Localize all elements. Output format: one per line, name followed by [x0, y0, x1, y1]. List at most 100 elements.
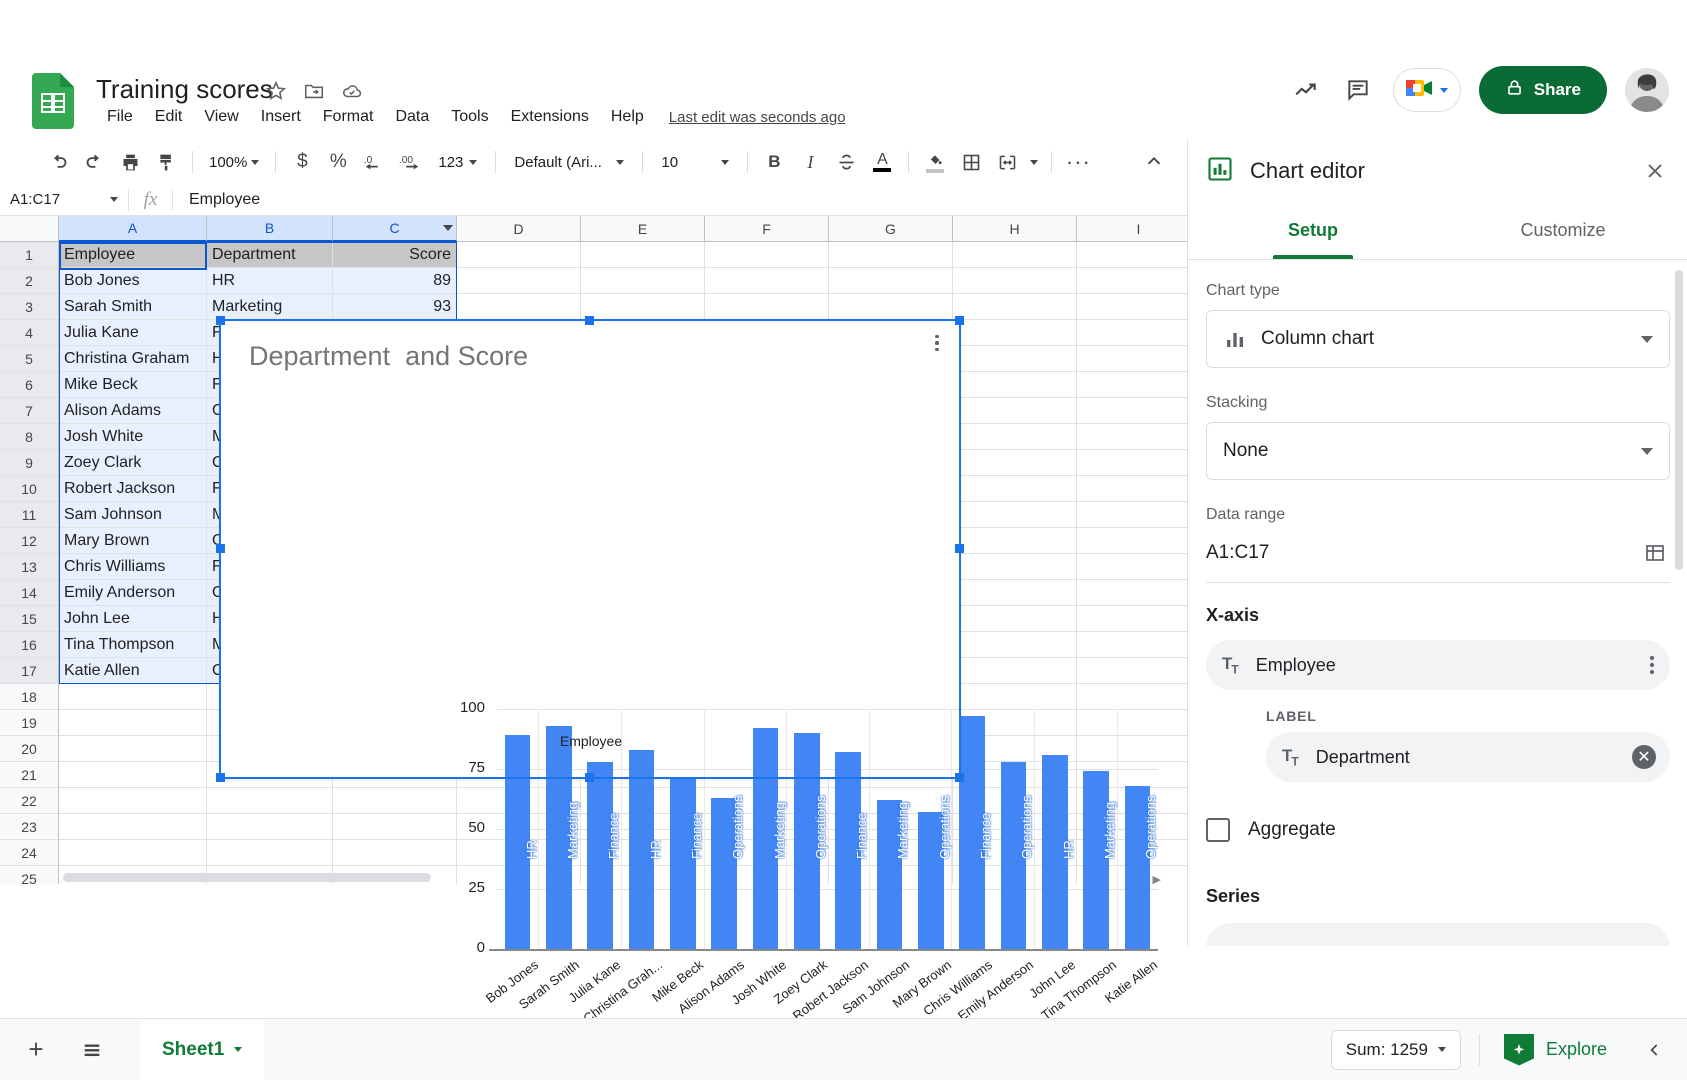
row-header-21[interactable]: 21 — [0, 762, 59, 788]
column-header-i[interactable]: I — [1077, 216, 1187, 242]
cell-C2[interactable]: 89 — [333, 268, 457, 294]
cell-G3[interactable] — [829, 294, 953, 320]
row-header-19[interactable]: 19 — [0, 710, 59, 736]
column-header-c[interactable]: C — [333, 216, 457, 242]
cell-I5[interactable] — [1077, 346, 1187, 372]
row-header-5[interactable]: 5 — [0, 346, 59, 372]
menu-extensions[interactable]: Extensions — [500, 105, 600, 129]
more-icon[interactable]: ··· — [1060, 145, 1096, 179]
sum-indicator[interactable]: Sum: 1259 — [1330, 1029, 1461, 1070]
cell-I2[interactable] — [1077, 268, 1187, 294]
paint-format-icon[interactable] — [148, 145, 184, 179]
column-header-d[interactable]: D — [457, 216, 581, 242]
cell-E3[interactable] — [581, 294, 705, 320]
cell-A13[interactable]: Chris Williams — [59, 554, 207, 580]
column-header-g[interactable]: G — [829, 216, 953, 242]
merge-cells-icon[interactable] — [989, 145, 1025, 179]
row-header-10[interactable]: 10 — [0, 476, 59, 502]
horizontal-scroll-thumb[interactable] — [63, 873, 431, 882]
meet-button[interactable] — [1392, 68, 1461, 112]
cell-I15[interactable] — [1077, 606, 1187, 632]
row-header-13[interactable]: 13 — [0, 554, 59, 580]
row-header-4[interactable]: 4 — [0, 320, 59, 346]
cell-A3[interactable]: Sarah Smith — [59, 294, 207, 320]
menu-format[interactable]: Format — [312, 105, 385, 129]
series-field-chip[interactable] — [1206, 923, 1670, 946]
cell-I4[interactable] — [1077, 320, 1187, 346]
row-header-16[interactable]: 16 — [0, 632, 59, 658]
cell-H17[interactable] — [953, 658, 1077, 684]
menu-insert[interactable]: Insert — [250, 105, 312, 129]
cell-A6[interactable]: Mike Beck — [59, 372, 207, 398]
cell-H11[interactable] — [953, 502, 1077, 528]
add-sheet-icon[interactable]: + — [16, 1030, 56, 1070]
cell-H5[interactable] — [953, 346, 1077, 372]
cell-H6[interactable] — [953, 372, 1077, 398]
sheet-tab-sheet1[interactable]: Sheet1 — [140, 1018, 265, 1081]
chart-bar[interactable] — [1083, 771, 1109, 949]
undo-icon[interactable] — [40, 145, 76, 179]
cell-F1[interactable] — [705, 242, 829, 268]
stacking-select[interactable]: None — [1206, 422, 1670, 480]
star-icon[interactable] — [265, 80, 287, 102]
cell-E2[interactable] — [581, 268, 705, 294]
menu-edit[interactable]: Edit — [144, 105, 194, 129]
select-all-corner[interactable] — [0, 216, 59, 242]
cell-H13[interactable] — [953, 554, 1077, 580]
chart-bar[interactable] — [670, 778, 696, 949]
cell-G1[interactable] — [829, 242, 953, 268]
column-header-f[interactable]: F — [705, 216, 829, 242]
row-header-3[interactable]: 3 — [0, 294, 59, 320]
row-header-1[interactable]: 1 — [0, 242, 59, 268]
percent-icon[interactable]: % — [320, 145, 356, 179]
cell-A21[interactable] — [59, 762, 207, 788]
cell-A24[interactable] — [59, 840, 207, 866]
row-header-2[interactable]: 2 — [0, 268, 59, 294]
row-header-14[interactable]: 14 — [0, 580, 59, 606]
row-header-11[interactable]: 11 — [0, 502, 59, 528]
cell-I9[interactable] — [1077, 450, 1187, 476]
cell-A12[interactable]: Mary Brown — [59, 528, 207, 554]
panel-scrollbar[interactable] — [1675, 270, 1685, 910]
zoom-level-select[interactable]: 100% — [201, 150, 267, 175]
cell-B2[interactable]: HR — [207, 268, 333, 294]
cell-I3[interactable] — [1077, 294, 1187, 320]
cell-A15[interactable]: John Lee — [59, 606, 207, 632]
chart-object[interactable]: Department and Score 0 25 50 75 100 HR Bob Jon… — [220, 320, 1160, 1026]
name-box[interactable]: A1:C17 — [0, 184, 128, 216]
menu-file[interactable]: File — [96, 105, 144, 129]
cell-B24[interactable] — [207, 840, 333, 866]
collapse-panel-icon[interactable] — [1635, 1030, 1675, 1070]
cell-A4[interactable]: Julia Kane — [59, 320, 207, 346]
cell-H4[interactable] — [953, 320, 1077, 346]
strikethrough-icon[interactable] — [828, 145, 864, 179]
cell-H7[interactable] — [953, 398, 1077, 424]
cell-A18[interactable] — [59, 684, 207, 710]
x-axis-label-chip[interactable]: TT Department ✕ — [1266, 732, 1670, 782]
italic-icon[interactable]: I — [792, 145, 828, 179]
cell-C24[interactable] — [333, 840, 457, 866]
x-axis-more-options-icon[interactable] — [1650, 656, 1654, 674]
cell-I6[interactable] — [1077, 372, 1187, 398]
close-icon[interactable] — [1638, 154, 1672, 188]
cell-A22[interactable] — [59, 788, 207, 814]
font-size-select[interactable]: 10 — [651, 150, 739, 175]
row-header-22[interactable]: 22 — [0, 788, 59, 814]
cell-A8[interactable]: Josh White — [59, 424, 207, 450]
redo-icon[interactable] — [76, 145, 112, 179]
cell-A1[interactable]: Employee — [59, 242, 207, 268]
cell-F2[interactable] — [705, 268, 829, 294]
increase-decimal-icon[interactable]: .00 — [392, 145, 428, 179]
cell-D2[interactable] — [457, 268, 581, 294]
cell-H9[interactable] — [953, 450, 1077, 476]
trends-icon[interactable] — [1289, 73, 1323, 107]
cloud-saved-icon[interactable] — [341, 80, 363, 102]
cell-A16[interactable]: Tina Thompson — [59, 632, 207, 658]
decrease-decimal-icon[interactable]: .0 — [356, 145, 392, 179]
cell-A20[interactable] — [59, 736, 207, 762]
bold-icon[interactable]: B — [756, 145, 792, 179]
fill-color-icon[interactable] — [917, 145, 953, 179]
cell-H12[interactable] — [953, 528, 1077, 554]
cell-I16[interactable] — [1077, 632, 1187, 658]
row-header-8[interactable]: 8 — [0, 424, 59, 450]
